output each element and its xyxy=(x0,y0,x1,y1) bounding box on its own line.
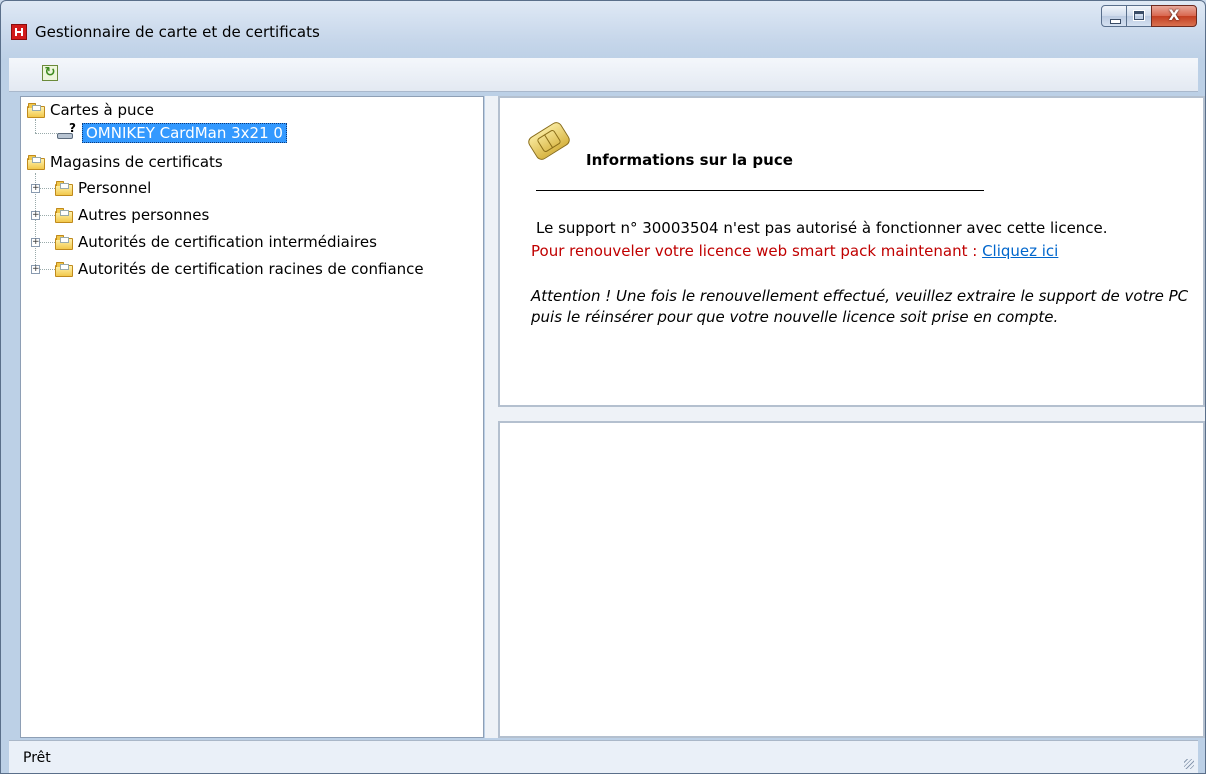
tree-item-label: Cartes à puce xyxy=(50,101,154,119)
tree-item-label: Personnel xyxy=(78,179,152,197)
tree-connector xyxy=(39,188,55,189)
status-text: Prêt xyxy=(23,750,51,766)
tree-item-label: Autorités de certification intermédiaire… xyxy=(78,233,377,251)
tree-item-intermediate-ca[interactable]: Autorités de certification intermédiaire… xyxy=(55,232,377,252)
horizontal-splitter[interactable] xyxy=(498,407,1205,421)
tree-item-label: Autorités de certification racines de co… xyxy=(78,260,424,278)
expand-icon[interactable]: + xyxy=(31,211,40,220)
toolbar: ↻ xyxy=(9,58,1198,92)
folder-icon xyxy=(55,180,73,196)
details-pane xyxy=(498,421,1205,738)
tree-pane[interactable]: Cartes à puce ? OMNIKEY CardMan 3x21 0 M… xyxy=(20,96,484,738)
window-title: Gestionnaire de carte et de certificats xyxy=(35,23,320,41)
tree-item-reader[interactable]: ? OMNIKEY CardMan 3x21 0 xyxy=(57,121,287,143)
app-icon xyxy=(11,24,27,40)
folder-icon xyxy=(27,154,45,170)
minimize-icon xyxy=(1110,19,1121,24)
refresh-icon[interactable]: ↻ xyxy=(42,65,58,81)
tree-connector xyxy=(39,242,55,243)
tree-item-label: Magasins de certificats xyxy=(50,153,223,171)
smart-chip-icon xyxy=(525,119,573,163)
expand-icon[interactable]: + xyxy=(31,265,40,274)
folder-icon xyxy=(55,234,73,250)
tree-item-certificate-stores[interactable]: Magasins de certificats xyxy=(27,152,223,172)
maximize-button[interactable] xyxy=(1126,5,1152,27)
renew-message: Pour renouveler votre licence web smart … xyxy=(531,242,1058,260)
tree-connector xyxy=(35,119,36,133)
tree-item-other-people[interactable]: Autres personnes xyxy=(55,205,209,225)
renewal-note: Attention ! Une fois le renouvellement e… xyxy=(531,287,1189,326)
license-message: Le support n° 30003504 n'est pas autoris… xyxy=(536,219,1108,237)
resize-grip-icon[interactable] xyxy=(1184,759,1194,769)
close-button[interactable]: X xyxy=(1151,5,1197,27)
renew-link[interactable]: Cliquez ici xyxy=(982,242,1058,260)
tree-item-smartcards[interactable]: Cartes à puce xyxy=(27,100,154,120)
info-title: Informations sur la puce xyxy=(586,151,793,169)
tree-item-label: OMNIKEY CardMan 3x21 0 xyxy=(82,123,287,143)
card-reader-icon: ? xyxy=(57,121,79,141)
tree-item-label: Autres personnes xyxy=(78,206,210,224)
close-icon: X xyxy=(1168,8,1180,24)
tree-connector xyxy=(39,215,55,216)
folder-icon xyxy=(27,102,45,118)
title-bar[interactable]: Gestionnaire de carte et de certificats … xyxy=(1,1,1205,49)
expand-icon[interactable]: + xyxy=(31,184,40,193)
main-window: Gestionnaire de carte et de certificats … xyxy=(0,0,1206,774)
status-bar: Prêt xyxy=(9,740,1198,773)
folder-icon xyxy=(55,261,73,277)
tree-connector xyxy=(39,269,55,270)
window-controls: X xyxy=(1101,5,1197,37)
minimize-button[interactable] xyxy=(1101,5,1127,27)
tree-connector xyxy=(35,133,59,134)
folder-icon xyxy=(55,207,73,223)
expand-icon[interactable]: + xyxy=(31,238,40,247)
maximize-icon xyxy=(1133,10,1145,21)
renew-text: Pour renouveler votre licence web smart … xyxy=(531,242,983,260)
vertical-splitter[interactable] xyxy=(485,96,498,738)
divider xyxy=(536,190,984,191)
chip-info-pane: Informations sur la puce Le support n° 3… xyxy=(498,96,1205,407)
tree-item-personal[interactable]: Personnel xyxy=(55,178,151,198)
tree-item-trusted-root-ca[interactable]: Autorités de certification racines de co… xyxy=(55,259,424,279)
